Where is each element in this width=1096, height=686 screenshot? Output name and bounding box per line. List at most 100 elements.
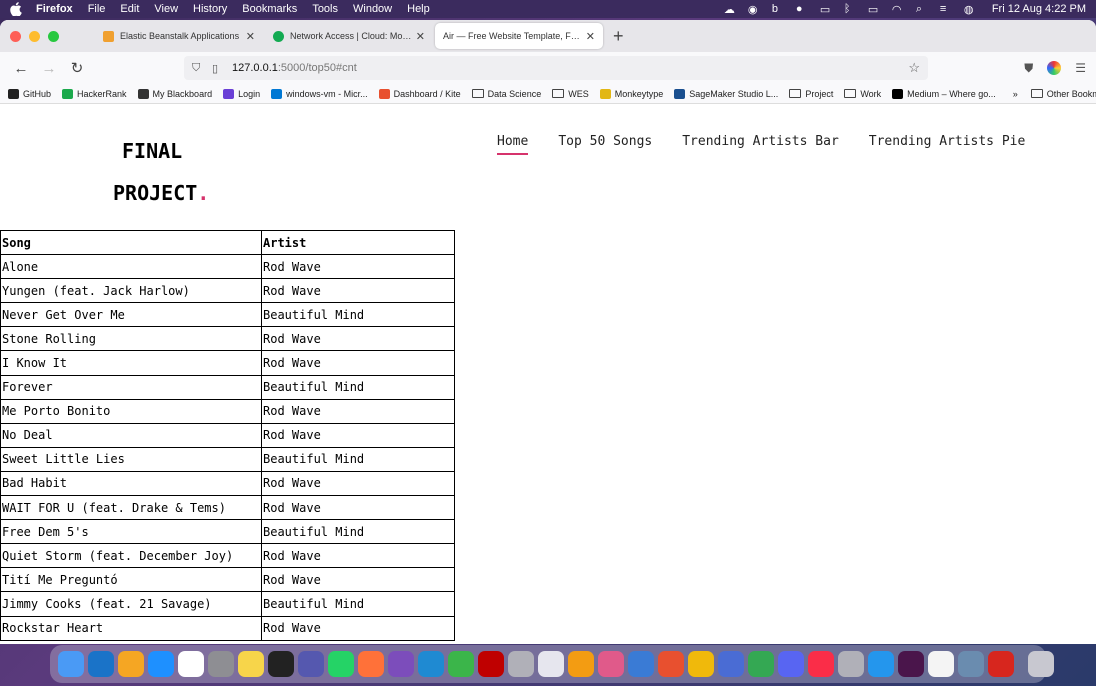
whatsapp-icon[interactable] bbox=[328, 651, 354, 677]
zoom-window-button[interactable] bbox=[48, 30, 59, 42]
visual-studio-icon[interactable] bbox=[388, 651, 414, 677]
pocket-icon[interactable]: ⛊ bbox=[1024, 61, 1033, 76]
tab-elastic-beanstalk[interactable]: Elastic Beanstalk Applications ✕ bbox=[95, 23, 263, 49]
bookmark-item[interactable]: Project bbox=[789, 89, 833, 99]
bookmark-item[interactable]: Dashboard / Kite bbox=[378, 88, 461, 99]
menu-tools[interactable]: Tools bbox=[312, 3, 338, 15]
photos-icon[interactable] bbox=[118, 651, 144, 677]
site-logo[interactable]: FINAL PROJECT. bbox=[113, 130, 209, 214]
close-window-button[interactable] bbox=[10, 30, 21, 42]
bluetooth-icon[interactable]: ᛒ bbox=[844, 3, 856, 15]
forward-button[interactable]: → bbox=[38, 60, 60, 77]
reload-button[interactable]: ↻ bbox=[66, 59, 88, 77]
slack-icon[interactable] bbox=[898, 651, 924, 677]
remote-desktop-icon[interactable] bbox=[718, 651, 744, 677]
reminders-icon[interactable] bbox=[928, 651, 954, 677]
terminal-icon[interactable] bbox=[268, 651, 294, 677]
nav-link-top-50-songs[interactable]: Top 50 Songs bbox=[558, 134, 652, 155]
spinner-icon[interactable] bbox=[448, 651, 474, 677]
outlook-icon[interactable] bbox=[88, 651, 114, 677]
menu-help[interactable]: Help bbox=[407, 3, 430, 15]
creative-cloud-icon[interactable]: ☁ bbox=[724, 3, 736, 16]
menu-view[interactable]: View bbox=[154, 3, 178, 15]
close-tab-icon[interactable]: ✕ bbox=[416, 30, 425, 43]
apple-icon[interactable] bbox=[10, 2, 22, 16]
menu-file[interactable]: File bbox=[88, 3, 106, 15]
bookmark-item[interactable]: Work bbox=[844, 89, 881, 99]
app-store-icon[interactable] bbox=[148, 651, 174, 677]
bookmark-label: My Blackboard bbox=[152, 88, 213, 99]
trash-icon[interactable] bbox=[1028, 651, 1054, 677]
bookmark-item[interactable]: windows-vm - Micr... bbox=[271, 88, 368, 99]
nav-link-home[interactable]: Home bbox=[497, 134, 529, 155]
bookmark-item[interactable]: WES bbox=[552, 89, 589, 99]
close-tab-icon[interactable]: ✕ bbox=[586, 30, 595, 43]
finder-icon[interactable] bbox=[58, 651, 84, 677]
teams-icon[interactable] bbox=[298, 651, 324, 677]
bing-icon[interactable]: b bbox=[772, 3, 784, 15]
menu-bookmarks[interactable]: Bookmarks bbox=[242, 3, 297, 15]
other-bookmarks[interactable]: Other Bookmarks bbox=[1030, 89, 1096, 99]
bookmark-item[interactable]: Login bbox=[223, 88, 260, 99]
site-navigation: Home Top 50 Songs Trending Artists Bar Tren… bbox=[497, 134, 1025, 155]
bookmarks-overflow-icon[interactable]: » bbox=[1013, 89, 1018, 99]
system-preferences-icon[interactable] bbox=[208, 651, 234, 677]
shield-icon[interactable]: ⛉ bbox=[192, 62, 206, 75]
menu-edit[interactable]: Edit bbox=[120, 3, 139, 15]
preview-icon[interactable] bbox=[958, 651, 984, 677]
pages-icon[interactable] bbox=[568, 651, 594, 677]
unknown-app-icon[interactable] bbox=[508, 651, 534, 677]
control-center-icon[interactable]: ≡ bbox=[940, 3, 952, 15]
hamburger-menu-icon[interactable]: ☰ bbox=[1075, 61, 1086, 76]
url-bar[interactable]: ⛉ ▯ 127.0.0.1 :5000/top50#cnt ☆ bbox=[184, 56, 928, 80]
siri-icon[interactable]: ◍ bbox=[964, 3, 976, 16]
page-info-icon[interactable]: ▯ bbox=[212, 62, 224, 75]
menu-app-name[interactable]: Firefox bbox=[36, 3, 73, 15]
close-tab-icon[interactable]: ✕ bbox=[246, 30, 255, 43]
discord-icon[interactable] bbox=[778, 651, 804, 677]
nav-link-trending-artists-bar[interactable]: Trending Artists Bar bbox=[682, 134, 839, 155]
battery-icon[interactable]: ▭ bbox=[868, 3, 880, 16]
binance-icon[interactable] bbox=[688, 651, 714, 677]
firefox-icon[interactable] bbox=[358, 651, 384, 677]
record-icon[interactable]: ● bbox=[796, 3, 808, 15]
table-row: WAIT FOR U (feat. Drake & Tems) Rod Wave bbox=[0, 495, 455, 521]
git-app-icon[interactable] bbox=[658, 651, 684, 677]
menu-window[interactable]: Window bbox=[353, 3, 392, 15]
wifi-icon[interactable]: ◠ bbox=[892, 3, 904, 16]
tab-air-template[interactable]: Air — Free Website Template, Free HTML ✕ bbox=[435, 23, 603, 49]
minimize-window-button[interactable] bbox=[29, 30, 40, 42]
menubar-clock[interactable]: Fri 12 Aug 4:22 PM bbox=[992, 3, 1086, 15]
acrobat-icon[interactable] bbox=[988, 651, 1014, 677]
vscode-icon[interactable] bbox=[418, 651, 444, 677]
bookmark-star-icon[interactable]: ☆ bbox=[908, 60, 920, 76]
bookmark-item[interactable]: Medium – Where go... bbox=[892, 88, 996, 99]
tab-mongodb[interactable]: Network Access | Cloud: MongoDB ✕ bbox=[265, 23, 433, 49]
bookmark-item[interactable]: GitHub bbox=[8, 88, 51, 99]
table-row: Quiet Storm (feat. December Joy) Rod Wave bbox=[0, 543, 455, 569]
chrome-icon[interactable] bbox=[748, 651, 774, 677]
launchpad-icon[interactable] bbox=[598, 651, 624, 677]
xcode-icon[interactable] bbox=[628, 651, 654, 677]
display-icon[interactable]: ▭ bbox=[820, 3, 832, 16]
search-icon[interactable]: ⌕ bbox=[916, 3, 928, 15]
menu-history[interactable]: History bbox=[193, 3, 227, 15]
bookmark-item[interactable]: Data Science bbox=[471, 89, 541, 99]
bookmark-item[interactable]: SageMaker Studio L... bbox=[674, 88, 778, 99]
docker-icon[interactable] bbox=[868, 651, 894, 677]
textedit-icon[interactable] bbox=[538, 651, 564, 677]
notes-icon[interactable] bbox=[238, 651, 264, 677]
bookmark-item[interactable]: Monkeytype bbox=[599, 88, 663, 99]
nav-link-trending-artists-pie[interactable]: Trending Artists Pie bbox=[869, 134, 1026, 155]
bookmark-item[interactable]: My Blackboard bbox=[137, 88, 213, 99]
tab-bar: Elastic Beanstalk Applications ✕ Network… bbox=[0, 20, 1096, 52]
calendar-icon[interactable] bbox=[178, 651, 204, 677]
bookmark-item[interactable]: HackerRank bbox=[62, 88, 127, 99]
unknown-app-2-icon[interactable] bbox=[838, 651, 864, 677]
music-icon[interactable] bbox=[808, 651, 834, 677]
new-tab-button[interactable]: + bbox=[613, 26, 624, 47]
filezilla-icon[interactable] bbox=[478, 651, 504, 677]
extension-icon[interactable] bbox=[1047, 60, 1062, 75]
back-button[interactable]: ← bbox=[10, 60, 32, 77]
music-recognition-icon[interactable]: ◉ bbox=[748, 3, 760, 16]
